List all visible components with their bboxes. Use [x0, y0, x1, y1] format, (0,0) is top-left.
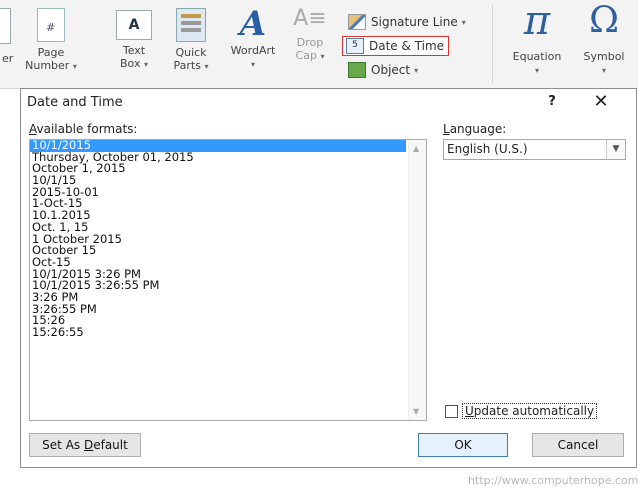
format-item[interactable]: 15:26: [30, 315, 406, 327]
formats-scrollbar[interactable]: ▲ ▼: [408, 140, 426, 420]
help-icon[interactable]: ?: [542, 92, 562, 112]
page-number-label-2: Number: [25, 59, 70, 72]
language-value: English (U.S.): [447, 142, 528, 156]
text-box-button[interactable]: A Text Box ▾: [112, 0, 156, 71]
format-item[interactable]: October 1, 2015: [30, 163, 406, 175]
language-label: Language:: [443, 122, 507, 136]
wordart-label: WordArt: [230, 44, 276, 57]
equation-button[interactable]: π Equation ▾: [500, 0, 574, 77]
scroll-up-icon[interactable]: ▲: [413, 144, 419, 153]
drop-cap-icon: A≡: [293, 6, 327, 31]
quick-parts-icon: [176, 8, 206, 42]
signature-line-label: Signature Line: [371, 15, 458, 29]
symbol-button[interactable]: Ω Symbol ▾: [574, 0, 634, 77]
signature-line-icon: [348, 14, 366, 30]
set-as-default-button[interactable]: Set As Default: [29, 433, 141, 457]
available-formats-label: Available formats:: [29, 122, 138, 136]
ribbon-separator: [492, 4, 493, 84]
drop-cap-button[interactable]: A≡ Drop Cap ▾: [290, 0, 330, 63]
format-item[interactable]: 10/1/2015 3:26:55 PM: [30, 280, 406, 292]
page-number-icon: [37, 8, 65, 42]
format-item[interactable]: October 15: [30, 244, 406, 257]
symbol-label: Symbol: [583, 50, 625, 63]
object-button[interactable]: Object ▾: [348, 62, 418, 78]
language-select[interactable]: English (U.S.) ▼: [443, 139, 626, 160]
text-box-label-2: Box: [120, 57, 141, 70]
partial-ribbon-label: er: [2, 52, 14, 65]
equation-label: Equation: [512, 50, 562, 63]
date-time-dialog: Date and Time ? ✕ Available formats: 10/…: [20, 88, 637, 468]
chevron-down-icon: ▾: [143, 60, 148, 69]
chevron-down-icon: ▾: [534, 66, 539, 75]
update-automatically[interactable]: Update automatically: [445, 403, 598, 419]
ok-button[interactable]: OK: [418, 433, 508, 457]
drop-cap-label-2: Cap: [295, 49, 317, 62]
calendar-clock-icon: 5: [346, 38, 364, 54]
close-icon[interactable]: ✕: [590, 92, 612, 112]
ribbon: er Page Number ▾ A Text Box ▾ Quick Part…: [0, 0, 638, 89]
chevron-down-icon: ▾: [72, 62, 77, 71]
chevron-down-icon: ▾: [250, 60, 255, 69]
text-box-icon: A: [116, 10, 152, 40]
chevron-down-icon: ▾: [414, 65, 419, 75]
update-automatically-label: Update automatically: [462, 403, 598, 419]
drop-cap-label-1: Drop: [296, 36, 324, 49]
format-item[interactable]: 2015-10-01: [30, 186, 406, 199]
wordart-button[interactable]: A WordArt ▾: [222, 0, 284, 71]
watermark: http://www.computerhope.com: [468, 474, 638, 487]
quick-parts-label-1: Quick: [175, 46, 207, 59]
chevron-down-icon: ▾: [461, 17, 466, 27]
partial-ribbon-icon[interactable]: [0, 8, 11, 44]
object-label: Object: [371, 63, 411, 77]
quick-parts-button[interactable]: Quick Parts ▾: [168, 0, 214, 73]
quick-parts-label-2: Parts: [173, 59, 201, 72]
formats-items: 10/1/2015 Thursday, October 01, 2015 Octob…: [30, 140, 426, 339]
chevron-down-icon: ▾: [204, 62, 209, 71]
chevron-down-icon: ▾: [320, 52, 325, 61]
dialog-title: Date and Time: [27, 95, 123, 110]
format-item[interactable]: 3:26:55 PM: [30, 303, 406, 316]
chevron-down-icon[interactable]: ▼: [606, 140, 625, 159]
format-item[interactable]: 15:26:55: [30, 326, 406, 339]
pi-icon: π: [523, 0, 551, 44]
wordart-icon: A: [239, 4, 267, 44]
signature-line-button[interactable]: Signature Line ▾: [348, 14, 466, 30]
formats-list[interactable]: 10/1/2015 Thursday, October 01, 2015 Octob…: [29, 139, 427, 421]
object-icon: [348, 62, 366, 78]
date-time-button[interactable]: 5 Date & Time: [342, 36, 450, 56]
page-number-label-1: Page: [37, 46, 65, 59]
omega-icon: Ω: [589, 0, 619, 41]
date-time-label: Date & Time: [369, 39, 445, 53]
page-number-button[interactable]: Page Number ▾: [24, 0, 78, 73]
chevron-down-icon: ▾: [601, 66, 606, 75]
scroll-down-icon[interactable]: ▼: [413, 407, 419, 416]
text-box-label-1: Text: [122, 44, 146, 57]
update-automatically-checkbox[interactable]: [445, 404, 458, 418]
cancel-button[interactable]: Cancel: [532, 433, 624, 457]
